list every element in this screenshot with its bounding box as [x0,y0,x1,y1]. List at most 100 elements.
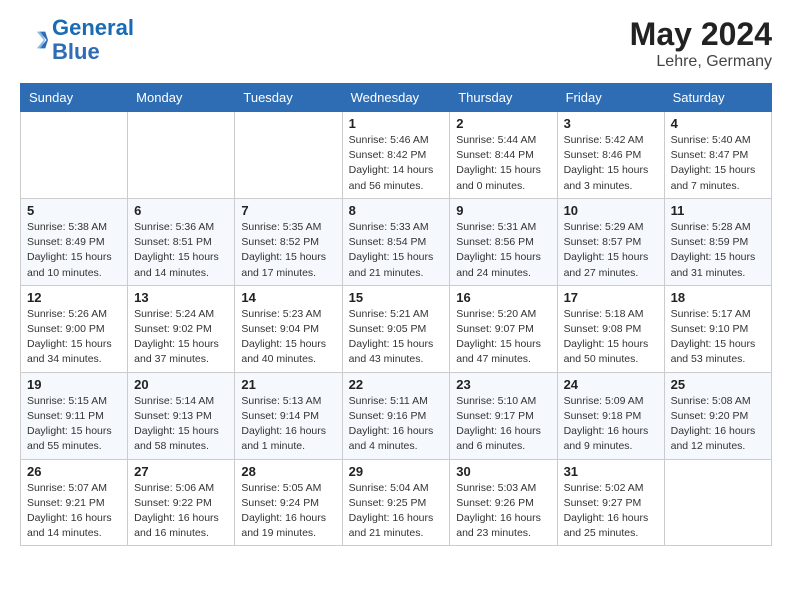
day-info: Sunrise: 5:13 AM Sunset: 9:14 PM Dayligh… [241,394,335,455]
logo-part1: General [52,15,134,40]
day-number: 16 [456,290,550,305]
day-info: Sunrise: 5:46 AM Sunset: 8:42 PM Dayligh… [349,133,444,194]
calendar-cell: 17Sunrise: 5:18 AM Sunset: 9:08 PM Dayli… [557,285,664,372]
calendar-cell: 12 Sunrise: 5:26 AM Sunset: 9:00 PM Dayli… [21,285,128,372]
col-saturday: Saturday [664,84,771,112]
month-title: May 2024 [630,16,772,53]
calendar-cell: 27 Sunrise: 5:06 AM Sunset: 9:22 PM Dayli… [128,459,235,546]
day-number: 24 [564,377,658,392]
calendar-cell: 15 Sunrise: 5:21 AM Sunset: 9:05 PM Dayli… [342,285,450,372]
day-info: Sunrise: 5:26 AM Sunset: 9:00 PM Dayligh… [27,307,121,368]
calendar-cell: 10 Sunrise: 5:29 AM Sunset: 8:57 PM Dayli… [557,198,664,285]
calendar-cell [128,112,235,199]
col-sunday: Sunday [21,84,128,112]
calendar-week-row-3: 12 Sunrise: 5:26 AM Sunset: 9:00 PM Dayli… [21,285,772,372]
calendar-cell: 6Sunrise: 5:36 AM Sunset: 8:51 PM Daylig… [128,198,235,285]
day-info: Sunrise: 5:06 AM Sunset: 9:22 PM Dayligh… [134,481,228,542]
col-friday: Friday [557,84,664,112]
day-number: 20 [134,377,228,392]
day-info: Sunrise: 5:10 AM Sunset: 9:17 PM Dayligh… [456,394,550,455]
day-info: Sunrise: 5:42 AM Sunset: 8:46 PM Dayligh… [564,133,658,194]
day-info: Sunrise: 5:17 AM Sunset: 9:10 PM Dayligh… [671,307,765,368]
calendar-cell [664,459,771,546]
calendar-cell: 21 Sunrise: 5:13 AM Sunset: 9:14 PM Dayli… [235,372,342,459]
calendar-cell: 14Sunrise: 5:23 AM Sunset: 9:04 PM Dayli… [235,285,342,372]
day-number: 10 [564,203,658,218]
calendar-week-row-4: 19Sunrise: 5:15 AM Sunset: 9:11 PM Dayli… [21,372,772,459]
day-number: 1 [349,116,444,131]
day-number: 5 [27,203,121,218]
day-number: 3 [564,116,658,131]
day-number: 9 [456,203,550,218]
col-tuesday: Tuesday [235,84,342,112]
day-number: 11 [671,203,765,218]
day-info: Sunrise: 5:18 AM Sunset: 9:08 PM Dayligh… [564,307,658,368]
day-info: Sunrise: 5:40 AM Sunset: 8:47 PM Dayligh… [671,133,765,194]
calendar-cell: 13 Sunrise: 5:24 AM Sunset: 9:02 PM Dayli… [128,285,235,372]
header: General Blue May 2024 Lehre, Germany [20,16,772,71]
day-number: 28 [241,464,335,479]
day-info: Sunrise: 5:44 AM Sunset: 8:44 PM Dayligh… [456,133,550,194]
day-info: Sunrise: 5:28 AM Sunset: 8:59 PM Dayligh… [671,220,765,281]
day-number: 8 [349,203,444,218]
calendar-cell: 9 Sunrise: 5:31 AM Sunset: 8:56 PM Daylig… [450,198,557,285]
day-number: 2 [456,116,550,131]
day-number: 15 [349,290,444,305]
calendar-cell: 19Sunrise: 5:15 AM Sunset: 9:11 PM Dayli… [21,372,128,459]
day-number: 26 [27,464,121,479]
col-wednesday: Wednesday [342,84,450,112]
day-number: 31 [564,464,658,479]
day-info: Sunrise: 5:15 AM Sunset: 9:11 PM Dayligh… [27,394,121,455]
calendar-cell: 31 Sunrise: 5:02 AM Sunset: 9:27 PM Dayli… [557,459,664,546]
day-info: Sunrise: 5:21 AM Sunset: 9:05 PM Dayligh… [349,307,444,368]
day-info: Sunrise: 5:03 AM Sunset: 9:26 PM Dayligh… [456,481,550,542]
day-number: 27 [134,464,228,479]
calendar-cell: 24 Sunrise: 5:09 AM Sunset: 9:18 PM Dayli… [557,372,664,459]
calendar-cell: 2 Sunrise: 5:44 AM Sunset: 8:44 PM Daylig… [450,112,557,199]
calendar-cell: 16Sunrise: 5:20 AM Sunset: 9:07 PM Dayli… [450,285,557,372]
day-info: Sunrise: 5:38 AM Sunset: 8:49 PM Dayligh… [27,220,121,281]
day-info: Sunrise: 5:24 AM Sunset: 9:02 PM Dayligh… [134,307,228,368]
day-number: 22 [349,377,444,392]
calendar-week-row-2: 5 Sunrise: 5:38 AM Sunset: 8:49 PM Daylig… [21,198,772,285]
calendar-cell: 4Sunrise: 5:40 AM Sunset: 8:47 PM Daylig… [664,112,771,199]
logo-part2: Blue [52,39,100,64]
calendar-cell: 8 Sunrise: 5:33 AM Sunset: 8:54 PM Daylig… [342,198,450,285]
calendar-cell: 30 Sunrise: 5:03 AM Sunset: 9:26 PM Dayli… [450,459,557,546]
calendar-cell: 3 Sunrise: 5:42 AM Sunset: 8:46 PM Daylig… [557,112,664,199]
calendar-table: Sunday Monday Tuesday Wednesday Thursday… [20,83,772,546]
col-monday: Monday [128,84,235,112]
page: General Blue May 2024 Lehre, Germany Sun… [0,0,792,566]
day-info: Sunrise: 5:05 AM Sunset: 9:24 PM Dayligh… [241,481,335,542]
day-number: 12 [27,290,121,305]
day-info: Sunrise: 5:04 AM Sunset: 9:25 PM Dayligh… [349,481,444,542]
calendar-cell [235,112,342,199]
day-number: 13 [134,290,228,305]
day-info: Sunrise: 5:07 AM Sunset: 9:21 PM Dayligh… [27,481,121,542]
calendar-cell: 5 Sunrise: 5:38 AM Sunset: 8:49 PM Daylig… [21,198,128,285]
calendar-cell: 18Sunrise: 5:17 AM Sunset: 9:10 PM Dayli… [664,285,771,372]
day-number: 14 [241,290,335,305]
calendar-cell [21,112,128,199]
calendar-cell: 29 Sunrise: 5:04 AM Sunset: 9:25 PM Dayli… [342,459,450,546]
calendar-cell: 22Sunrise: 5:11 AM Sunset: 9:16 PM Dayli… [342,372,450,459]
day-number: 30 [456,464,550,479]
day-info: Sunrise: 5:14 AM Sunset: 9:13 PM Dayligh… [134,394,228,455]
calendar-cell: 25Sunrise: 5:08 AM Sunset: 9:20 PM Dayli… [664,372,771,459]
day-info: Sunrise: 5:33 AM Sunset: 8:54 PM Dayligh… [349,220,444,281]
day-info: Sunrise: 5:09 AM Sunset: 9:18 PM Dayligh… [564,394,658,455]
day-info: Sunrise: 5:35 AM Sunset: 8:52 PM Dayligh… [241,220,335,281]
day-number: 29 [349,464,444,479]
day-number: 6 [134,203,228,218]
day-info: Sunrise: 5:02 AM Sunset: 9:27 PM Dayligh… [564,481,658,542]
calendar-cell: 20 Sunrise: 5:14 AM Sunset: 9:13 PM Dayli… [128,372,235,459]
day-number: 21 [241,377,335,392]
day-info: Sunrise: 5:29 AM Sunset: 8:57 PM Dayligh… [564,220,658,281]
title-block: May 2024 Lehre, Germany [630,16,772,71]
logo: General Blue [20,16,134,64]
day-info: Sunrise: 5:31 AM Sunset: 8:56 PM Dayligh… [456,220,550,281]
logo-text: General Blue [52,16,134,64]
day-number: 23 [456,377,550,392]
calendar-cell: 26 Sunrise: 5:07 AM Sunset: 9:21 PM Dayli… [21,459,128,546]
calendar-header-row: Sunday Monday Tuesday Wednesday Thursday… [21,84,772,112]
